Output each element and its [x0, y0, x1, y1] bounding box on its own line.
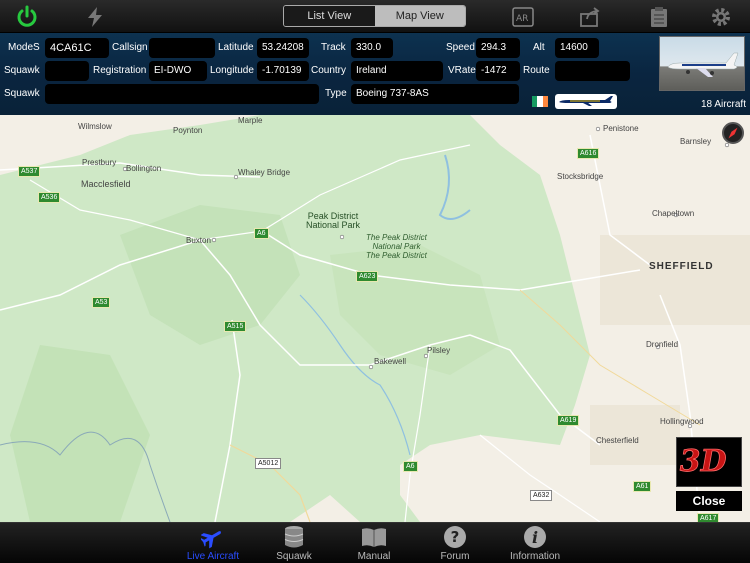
town-bakewell: Bakewell — [374, 357, 407, 366]
road-a617: A617 — [697, 513, 720, 522]
speed-label: Speed — [446, 42, 475, 53]
bottom-tab-bar: Live Aircraft Squawk Manual ? Forum i In… — [0, 522, 750, 563]
question-icon: ? — [420, 525, 490, 549]
town-macclesfield: Macclesfield — [81, 179, 131, 189]
town-penistone: Penistone — [603, 124, 639, 133]
aircraft-info-panel: ModeS 4CA61C Callsign Latitude 53.24208 … — [0, 33, 750, 115]
route-label: Route — [523, 65, 550, 76]
track-value: 330.0 — [351, 38, 393, 58]
squawk-value-2 — [45, 84, 319, 104]
alt-value: 14600 — [555, 38, 599, 58]
road-a632: A632 — [530, 490, 553, 501]
modes-value: 4CA61C — [45, 38, 109, 58]
airplane-icon — [178, 525, 248, 549]
town-chapeltown: Chapeltown — [652, 209, 695, 218]
book-icon — [339, 525, 409, 549]
top-toolbar: List View Map View AR — [0, 0, 750, 33]
squawk-label-1: Squawk — [4, 65, 40, 76]
gear-icon[interactable] — [708, 4, 734, 30]
park-label-sub: The Peak District National Park The Peak… — [366, 233, 427, 260]
town-dronfield: Dronfield — [646, 340, 679, 349]
latitude-value: 53.24208 — [257, 38, 309, 58]
map-view[interactable]: Wilmslow Poynton Marple Penistone Barnsl… — [0, 115, 750, 522]
svg-text:i: i — [532, 528, 538, 547]
longitude-label: Longitude — [210, 65, 254, 76]
tab-information[interactable]: i Information — [500, 525, 570, 562]
power-icon[interactable] — [14, 4, 40, 30]
squawk-label-2: Squawk — [4, 88, 40, 99]
compass-icon[interactable] — [722, 122, 744, 144]
aircraft-count: 18 Aircraft — [700, 99, 746, 110]
ar-icon[interactable]: AR — [510, 4, 536, 30]
road-a6-south: A6 — [403, 461, 418, 472]
road-a536: A536 — [38, 192, 61, 203]
aircraft-photo[interactable] — [659, 36, 745, 91]
town-whaley-bridge: Whaley Bridge — [238, 168, 291, 177]
town-wilmslow: Wilmslow — [78, 122, 112, 131]
svg-text:3D: 3D — [677, 444, 729, 479]
road-a616: A616 — [577, 148, 600, 159]
share-icon[interactable] — [577, 4, 603, 30]
modes-label: ModeS — [8, 42, 40, 53]
country-label: Country — [311, 65, 347, 76]
road-a619: A619 — [557, 415, 580, 426]
park-label-main: Peak District National Park — [306, 211, 361, 230]
town-chesterfield: Chesterfield — [596, 436, 639, 445]
town-marple: Marple — [238, 116, 263, 125]
view-segmented-control: List View Map View — [283, 5, 466, 27]
town-pilsley: Pilsley — [427, 346, 451, 355]
vrate-label: VRate — [448, 65, 476, 76]
registration-value: EI-DWO — [149, 61, 207, 81]
longitude-value: -1.70139 — [257, 61, 309, 81]
callsign-label: Callsign — [112, 42, 148, 53]
route-value — [555, 61, 630, 81]
ireland-flag-icon — [532, 96, 548, 107]
town-prestbury: Prestbury — [82, 158, 117, 167]
road-a6: A6 — [254, 228, 269, 239]
road-a515: A515 — [224, 321, 247, 332]
map-canvas — [0, 115, 750, 522]
svg-text:?: ? — [451, 528, 460, 546]
town-hollingwood: Hollingwood — [660, 417, 704, 426]
alt-label: Alt — [533, 42, 545, 53]
country-value: Ireland — [351, 61, 443, 81]
squawk-value-1 — [45, 61, 89, 81]
callsign-value — [149, 38, 215, 58]
road-a537: A537 — [18, 166, 41, 177]
type-label: Type — [325, 88, 347, 99]
speed-value: 294.3 — [476, 38, 520, 58]
road-a53: A53 — [92, 297, 111, 308]
tab-forum[interactable]: ? Forum — [420, 525, 490, 562]
tab-squawk[interactable]: Squawk — [259, 525, 329, 562]
registration-label: Registration — [93, 65, 147, 76]
road-a61: A61 — [633, 481, 652, 492]
road-a623: A623 — [356, 271, 379, 282]
town-barnsley: Barnsley — [680, 137, 712, 146]
vrate-value: -1472 — [476, 61, 520, 81]
town-sheffield: SHEFFIELD — [649, 261, 714, 272]
lightning-icon[interactable] — [82, 4, 108, 30]
close-button[interactable]: Close — [676, 491, 742, 511]
road-a5012: A5012 — [255, 458, 282, 469]
town-buxton: Buxton — [186, 236, 211, 245]
database-icon — [259, 525, 329, 549]
tab-live-aircraft[interactable]: Live Aircraft — [178, 525, 248, 562]
type-value: Boeing 737-8AS — [351, 84, 519, 104]
town-stocksbridge: Stocksbridge — [557, 172, 604, 181]
list-view-tab[interactable]: List View — [284, 6, 375, 26]
info-icon: i — [500, 525, 570, 549]
3d-view-button[interactable]: 3D — [676, 437, 742, 487]
clipboard-icon[interactable] — [646, 4, 672, 30]
map-view-tab[interactable]: Map View — [374, 6, 465, 26]
latitude-label: Latitude — [218, 42, 254, 53]
track-label: Track — [321, 42, 346, 53]
tab-manual[interactable]: Manual — [339, 525, 409, 562]
town-bollington: Bollington — [126, 164, 162, 173]
airline-livery-icon — [555, 94, 617, 109]
svg-text:AR: AR — [516, 14, 528, 24]
town-poynton: Poynton — [173, 126, 203, 135]
